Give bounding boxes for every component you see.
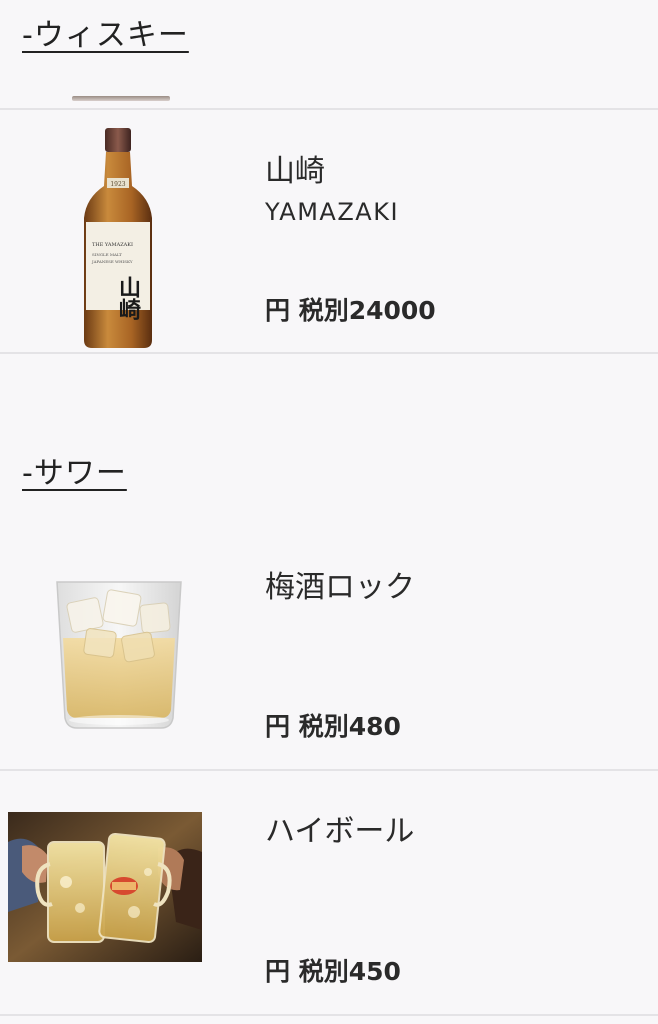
menu-page: -ウィスキー 1923 THE YAMAZAKI SINGLE MALT JAP… [0, 0, 658, 1024]
bottle-line2-text: JAPANESE WHISKY [91, 259, 133, 264]
bottle-kanji-text: 山崎 [115, 276, 141, 320]
divider [0, 769, 658, 771]
umeshu-rock-glass-image [55, 578, 183, 730]
item-name-yamazaki: 山崎 [265, 154, 325, 189]
item-name-highball: ハイボール [265, 814, 415, 849]
item-name-umeshu-rock: 梅酒ロック [265, 570, 415, 605]
divider [0, 1014, 658, 1016]
divider [0, 352, 658, 354]
highball-toast-photo [8, 812, 202, 962]
item-price-yamazaki: 円 税別24000 [265, 296, 436, 325]
yamazaki-bottle-image: 1923 THE YAMAZAKI SINGLE MALT JAPANESE W… [80, 126, 156, 350]
divider [0, 108, 658, 110]
section-heading-sour[interactable]: -サワー [22, 448, 127, 492]
partial-item-image [72, 90, 170, 101]
bottle-brand-text: THE YAMAZAKI [92, 242, 133, 248]
bottle-line1-text: SINGLE MALT [92, 252, 122, 257]
section-heading-whisky[interactable]: -ウィスキー [22, 10, 189, 54]
bottle-neck-text: 1923 [110, 181, 125, 188]
item-subtitle-yamazaki: YAMAZAKI [265, 198, 400, 226]
item-price-highball: 円 税別450 [265, 957, 401, 986]
item-price-umeshu-rock: 円 税別480 [265, 712, 401, 741]
